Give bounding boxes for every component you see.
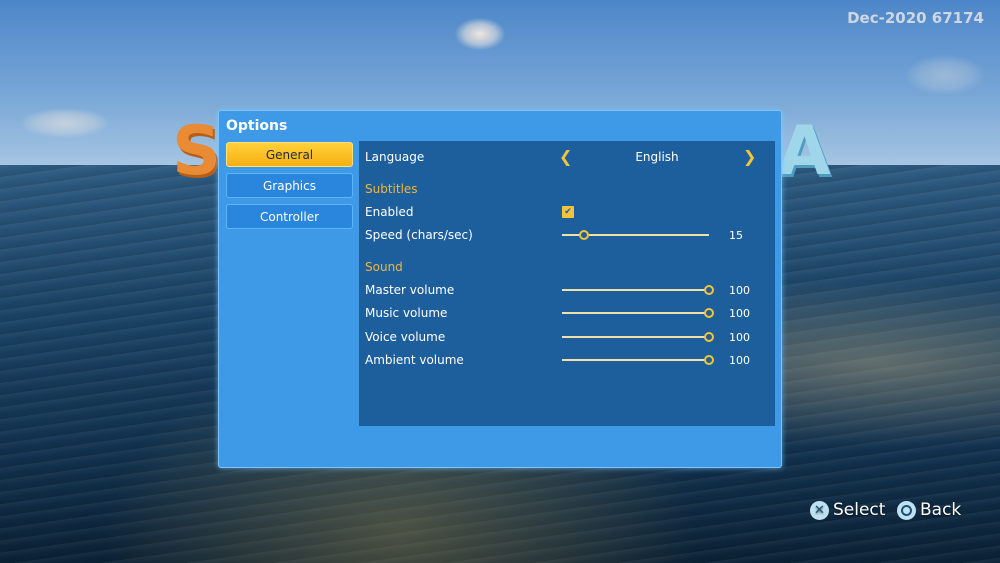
language-value: English (635, 150, 679, 164)
slider-knob[interactable] (578, 230, 589, 240)
build-version-tag: Dec-2020 67174 (847, 9, 984, 27)
circle-button-icon (897, 500, 916, 520)
chevron-right-icon[interactable]: ❯ (743, 149, 756, 165)
tab-graphics[interactable]: Graphics (226, 173, 353, 198)
voice-volume-value: 100 (729, 331, 750, 344)
game-logo-right: A (778, 112, 831, 191)
general-settings-panel: Language ❮ English ❯ Subtitles Enabled ✔… (359, 141, 775, 426)
master-volume-value: 100 (729, 284, 750, 297)
subtitle-speed-label: Speed (chars/sec) (365, 228, 473, 242)
music-volume-label: Music volume (365, 306, 448, 320)
slider-knob[interactable] (704, 355, 714, 365)
ambient-volume-label: Ambient volume (365, 353, 464, 367)
back-prompt-label: Back (920, 500, 962, 520)
cloud (455, 18, 505, 50)
select-prompt-label: Select (833, 500, 886, 520)
cross-button-icon: ✕ (810, 500, 829, 520)
cloud (20, 108, 110, 138)
tab-general[interactable]: General (226, 142, 353, 167)
sound-section-label: Sound (365, 260, 403, 274)
subtitle-speed-slider[interactable] (562, 229, 717, 241)
cloud (905, 55, 985, 95)
slider-knob[interactable] (704, 285, 714, 295)
subtitle-speed-value: 15 (729, 229, 743, 242)
voice-volume-label: Voice volume (365, 330, 446, 344)
ambient-volume-slider[interactable] (562, 354, 717, 366)
music-volume-slider[interactable] (562, 307, 717, 319)
ambient-volume-value: 100 (729, 354, 750, 367)
subtitles-enabled-label: Enabled (365, 205, 414, 219)
slider-knob[interactable] (704, 308, 714, 318)
tab-controller[interactable]: Controller (226, 204, 353, 229)
slider-track (562, 289, 709, 291)
master-volume-slider[interactable] (562, 284, 717, 296)
options-window: Options General Graphics Controller Lang… (218, 110, 782, 468)
voice-volume-slider[interactable] (562, 331, 717, 343)
chevron-left-icon[interactable]: ❮ (559, 149, 572, 165)
slider-track (562, 359, 709, 361)
game-logo-left: S (172, 112, 221, 191)
music-volume-value: 100 (729, 307, 750, 320)
window-title: Options (226, 118, 288, 134)
master-volume-label: Master volume (365, 283, 455, 297)
language-label: Language (365, 150, 425, 164)
slider-knob[interactable] (704, 332, 714, 342)
back-prompt[interactable]: Back (897, 500, 961, 520)
select-prompt[interactable]: ✕ Select (810, 500, 885, 520)
slider-track (562, 336, 709, 338)
subtitles-enabled-checkbox[interactable]: ✔ (562, 206, 574, 218)
slider-track (562, 312, 709, 314)
checkmark-icon: ✔ (564, 206, 572, 217)
subtitles-section-label: Subtitles (365, 182, 418, 196)
